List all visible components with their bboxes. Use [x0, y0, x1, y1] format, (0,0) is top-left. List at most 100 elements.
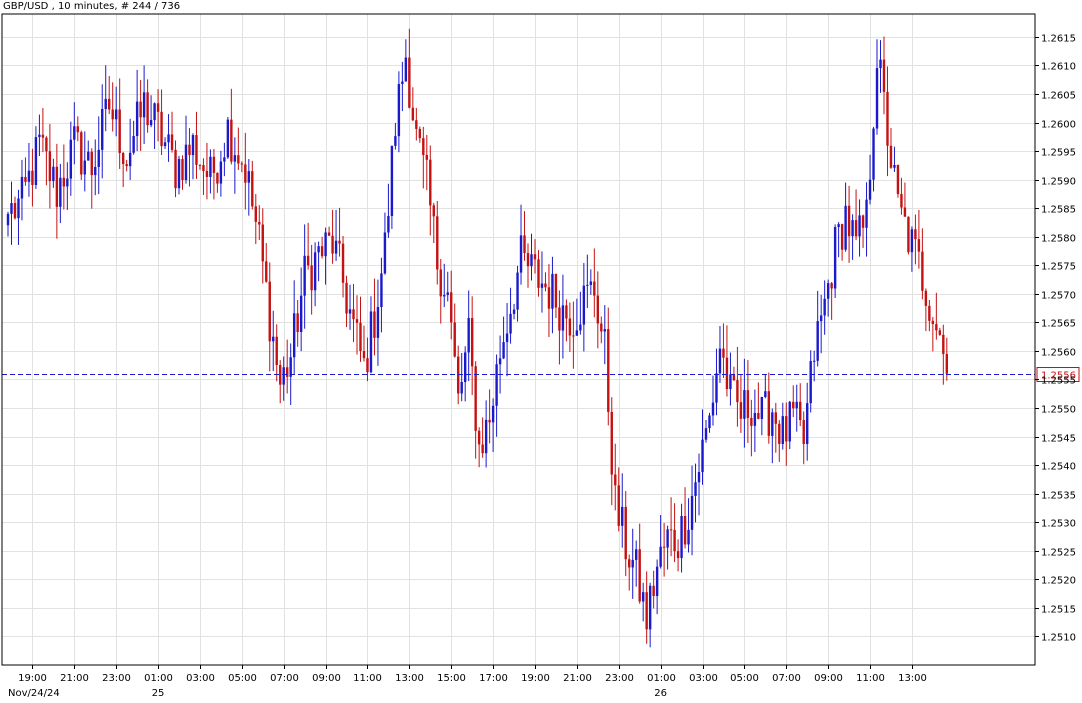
candle: [20, 159, 24, 221]
candle: [313, 242, 317, 307]
candle-body: [216, 172, 219, 184]
candle: [519, 204, 523, 285]
candle: [41, 108, 45, 153]
x-tick-label: 07:00: [772, 673, 801, 684]
candle-body: [282, 367, 285, 385]
candle-body: [401, 81, 404, 85]
candle: [6, 211, 10, 237]
candle: [463, 346, 467, 402]
y-tick-label: 1.2615: [1041, 34, 1076, 45]
candle-body: [310, 265, 313, 291]
candle: [443, 263, 446, 308]
y-tick-label: 1.2575: [1041, 262, 1076, 273]
candle-body: [680, 516, 683, 559]
candle-body: [132, 135, 135, 153]
candlestick-chart[interactable]: 1.2556 1.25101.25151.25201.25251.25301.2…: [0, 0, 1082, 703]
candle-body: [886, 91, 889, 146]
x-tick-label: 07:00: [270, 673, 299, 684]
candle-body: [453, 322, 456, 357]
candle-body: [701, 439, 704, 473]
candle-body: [481, 444, 484, 454]
candle-body: [24, 176, 27, 182]
y-tick-label: 1.2550: [1041, 405, 1076, 416]
candle-body: [286, 367, 289, 377]
candle: [31, 148, 34, 207]
candle: [387, 183, 390, 238]
candle-body: [792, 401, 795, 409]
candle-body: [146, 92, 149, 126]
candle: [785, 402, 788, 466]
candle-body: [865, 199, 868, 228]
candle-body: [387, 216, 390, 233]
candle: [362, 325, 366, 362]
candle: [432, 202, 435, 244]
candle-body: [422, 138, 425, 155]
candle: [938, 327, 942, 336]
candle-body: [631, 559, 634, 568]
candle: [764, 374, 767, 399]
candle-body: [289, 357, 292, 377]
candle: [401, 61, 404, 112]
candle-body: [628, 559, 631, 568]
candle-body: [219, 161, 223, 184]
candle-body: [547, 287, 551, 309]
candle: [690, 465, 694, 556]
candle: [568, 302, 572, 352]
y-tick-label: 1.2610: [1041, 62, 1076, 73]
candle-body: [621, 506, 624, 526]
candle-body: [251, 171, 254, 207]
candle-body: [17, 198, 20, 219]
y-tick-label: 1.2560: [1041, 348, 1076, 359]
candle-body: [66, 178, 69, 187]
candle: [348, 284, 352, 330]
candle-body: [600, 323, 603, 332]
candle-body: [198, 164, 202, 166]
candle-body: [799, 401, 802, 421]
candle-body: [617, 485, 620, 526]
candle: [202, 158, 205, 195]
candle: [662, 522, 666, 577]
candle-body: [418, 128, 422, 139]
candle-body: [596, 295, 600, 324]
candle-body: [73, 126, 76, 140]
candle-body: [648, 585, 652, 630]
candle: [139, 80, 142, 151]
candle-body: [655, 566, 659, 596]
x-tick-label: 19:00: [521, 673, 550, 684]
candle: [237, 127, 240, 170]
candle: [73, 102, 76, 165]
candle-body: [610, 411, 613, 475]
candle-body: [125, 164, 128, 167]
candle: [352, 283, 355, 343]
candle: [722, 323, 725, 379]
candle-body: [97, 149, 100, 167]
candle: [778, 420, 781, 462]
candle-body: [505, 333, 509, 343]
candle: [725, 325, 729, 397]
candle: [865, 182, 868, 257]
candle-body: [579, 324, 582, 331]
candle-body: [83, 160, 86, 175]
candle-body: [760, 396, 764, 419]
candle: [24, 157, 27, 186]
candle: [715, 348, 718, 416]
candle: [903, 182, 907, 217]
candle-body: [108, 98, 111, 110]
candle: [917, 209, 921, 269]
candle-body: [202, 165, 205, 172]
candle: [523, 211, 526, 261]
candle: [743, 358, 746, 448]
candle: [530, 233, 533, 281]
candle: [907, 216, 910, 255]
candle-body: [495, 364, 498, 406]
x-tick-label: 03:00: [689, 673, 718, 684]
candle: [397, 71, 401, 153]
candle-body: [774, 412, 777, 424]
candle: [265, 242, 268, 283]
candle-body: [837, 224, 840, 228]
candle-body: [593, 281, 596, 296]
candle: [359, 296, 362, 362]
candle-body: [938, 330, 942, 335]
candle: [875, 39, 879, 135]
candle-body: [128, 152, 132, 167]
